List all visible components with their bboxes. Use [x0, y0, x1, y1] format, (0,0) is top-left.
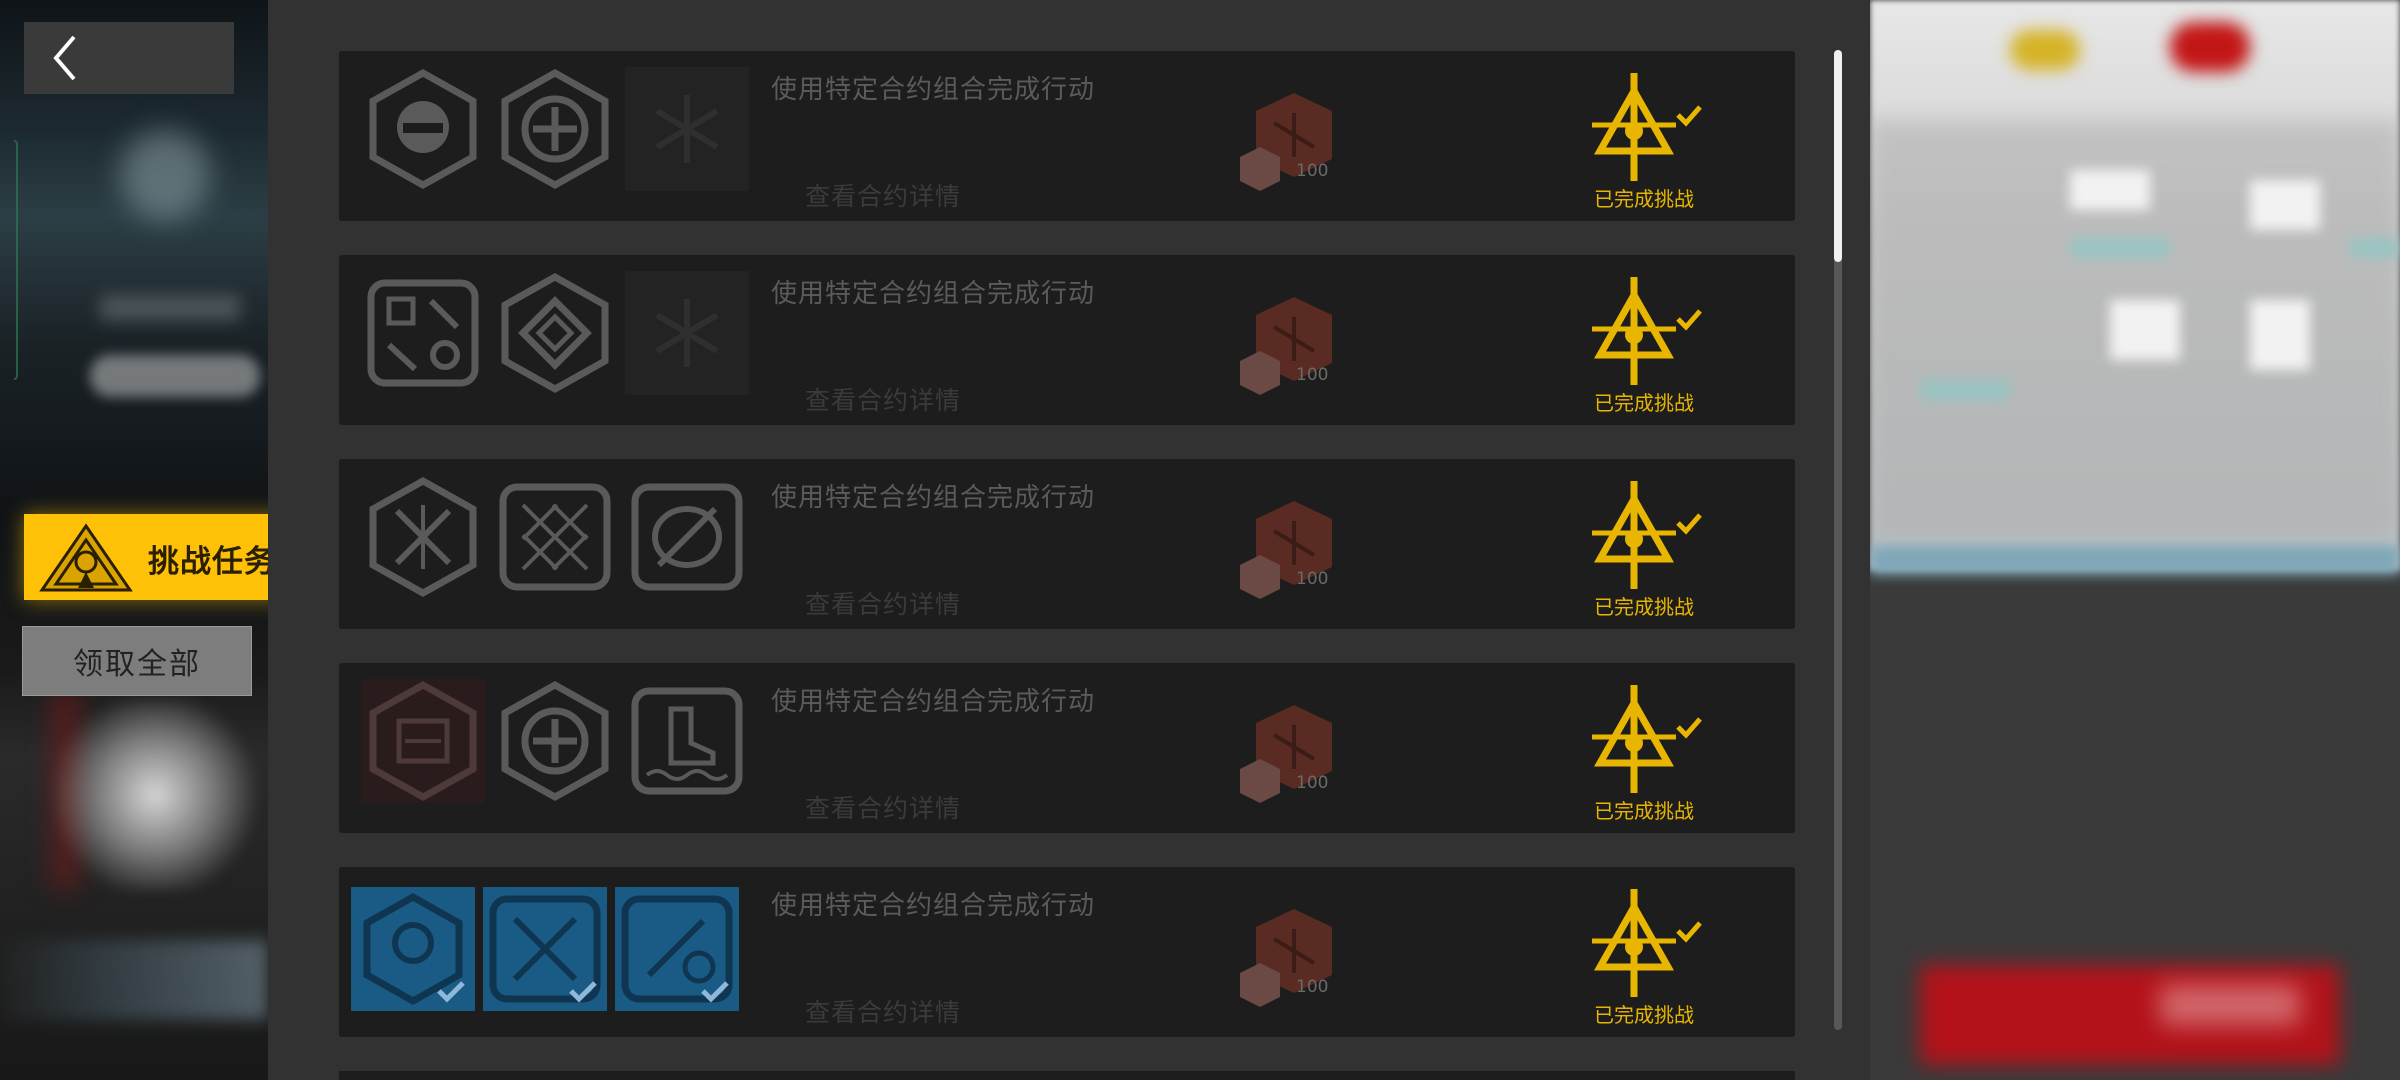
challenge-completed-badge: 已完成挑战 [1584, 681, 1704, 823]
crosshair-contract-icon[interactable] [493, 679, 617, 803]
emblem-check-icon[interactable] [351, 887, 475, 1011]
challenge-completed-badge: 已完成挑战 [1584, 477, 1704, 619]
completed-status: 已完成挑战 [1594, 799, 1694, 823]
completed-status: 已完成挑战 [1594, 187, 1694, 211]
dim-snowflake-contract-icon[interactable] [625, 271, 749, 395]
view-contract-details-link[interactable]: 查看合约详情 [805, 789, 961, 825]
shield-slash-contract-icon[interactable] [625, 475, 749, 599]
completed-emblem-icon [1592, 73, 1702, 181]
boot-water-contract-icon[interactable] [625, 679, 749, 803]
dim-snowflake-contract-icon[interactable] [625, 67, 749, 191]
challenge-card: 使用特定合约组合完成行动 查看合约详情 100 已完成挑战 [339, 663, 1795, 833]
completed-emblem-icon [1592, 481, 1702, 589]
contract-title: 使用特定合约组合完成行动 [771, 687, 1096, 717]
claim-all-button[interactable]: 领取全部 [22, 626, 252, 696]
tab-label: 挑战任务 [148, 544, 276, 580]
diamond-contract-icon[interactable] [493, 271, 617, 395]
challenge-card: 使用特定合约组合完成行动 查看合约详情 100 已完成挑战 [339, 459, 1795, 629]
broken-arrows-contract-icon[interactable] [361, 475, 485, 599]
grid-contract-icon[interactable] [493, 475, 617, 599]
view-contract-details-link[interactable]: 查看合约详情 [805, 381, 961, 417]
swords-check-icon[interactable] [483, 887, 607, 1011]
chevron-left-icon [53, 35, 76, 81]
reward-count: 100 [1296, 569, 1329, 589]
completed-emblem-icon [1592, 889, 1702, 997]
completed-status: 已完成挑战 [1594, 1003, 1694, 1027]
helmet-contract-icon[interactable] [361, 67, 485, 191]
right-background [1870, 0, 2400, 1080]
contract-title: 使用特定合约组合完成行动 [771, 279, 1096, 309]
challenge-completed-badge: 已完成挑战 [1584, 69, 1704, 211]
reward-count: 100 [1296, 773, 1329, 793]
crosshair-contract-icon[interactable] [493, 67, 617, 191]
contract-text-icon[interactable] [361, 679, 485, 803]
completed-status: 已完成挑战 [1594, 595, 1694, 619]
reward-count: 100 [1296, 365, 1329, 385]
reward-item: 100 [1236, 905, 1344, 1009]
challenge-completed-badge: 已完成挑战 [1584, 885, 1704, 1027]
view-contract-details-link[interactable]: 查看合约详情 [805, 177, 961, 213]
challenge-card: 使用特定合约组合完成行动 查看合约详情 100 已完成挑战 [339, 51, 1795, 221]
completed-status: 已完成挑战 [1594, 391, 1694, 415]
reward-item: 100 [1236, 701, 1344, 805]
contract-title: 使用特定合约组合完成行动 [771, 483, 1096, 513]
scrollbar-thumb[interactable] [1834, 50, 1842, 262]
tools-contract-icon[interactable] [361, 271, 485, 395]
reward-item: 100 [1236, 293, 1344, 397]
reward-count: 100 [1296, 977, 1329, 997]
challenge-card-partial [339, 1071, 1795, 1080]
challenge-completed-badge: 已完成挑战 [1584, 273, 1704, 415]
contract-title: 使用特定合约组合完成行动 [771, 891, 1096, 921]
reward-item: 100 [1236, 497, 1344, 601]
reward-count: 100 [1296, 161, 1329, 181]
sword-clock-check-icon[interactable] [615, 887, 739, 1011]
challenge-list-panel[interactable]: 使用特定合约组合完成行动 查看合约详情 100 已完成挑战 使用特定合约组合完成… [268, 0, 1870, 1080]
completed-emblem-icon [1592, 277, 1702, 385]
reward-item: 100 [1236, 89, 1344, 193]
challenge-card: 使用特定合约组合完成行动 查看合约详情 100 已完成挑战 [339, 255, 1795, 425]
back-button[interactable] [24, 22, 234, 94]
view-contract-details-link[interactable]: 查看合约详情 [805, 585, 961, 621]
completed-emblem-icon [1592, 685, 1702, 793]
challenge-card: 使用特定合约组合完成行动 查看合约详情 100 已完成挑战 [339, 867, 1795, 1037]
view-contract-details-link[interactable]: 查看合约详情 [805, 993, 961, 1029]
contract-title: 使用特定合约组合完成行动 [771, 75, 1096, 105]
challenge-emblem-icon [39, 523, 133, 592]
